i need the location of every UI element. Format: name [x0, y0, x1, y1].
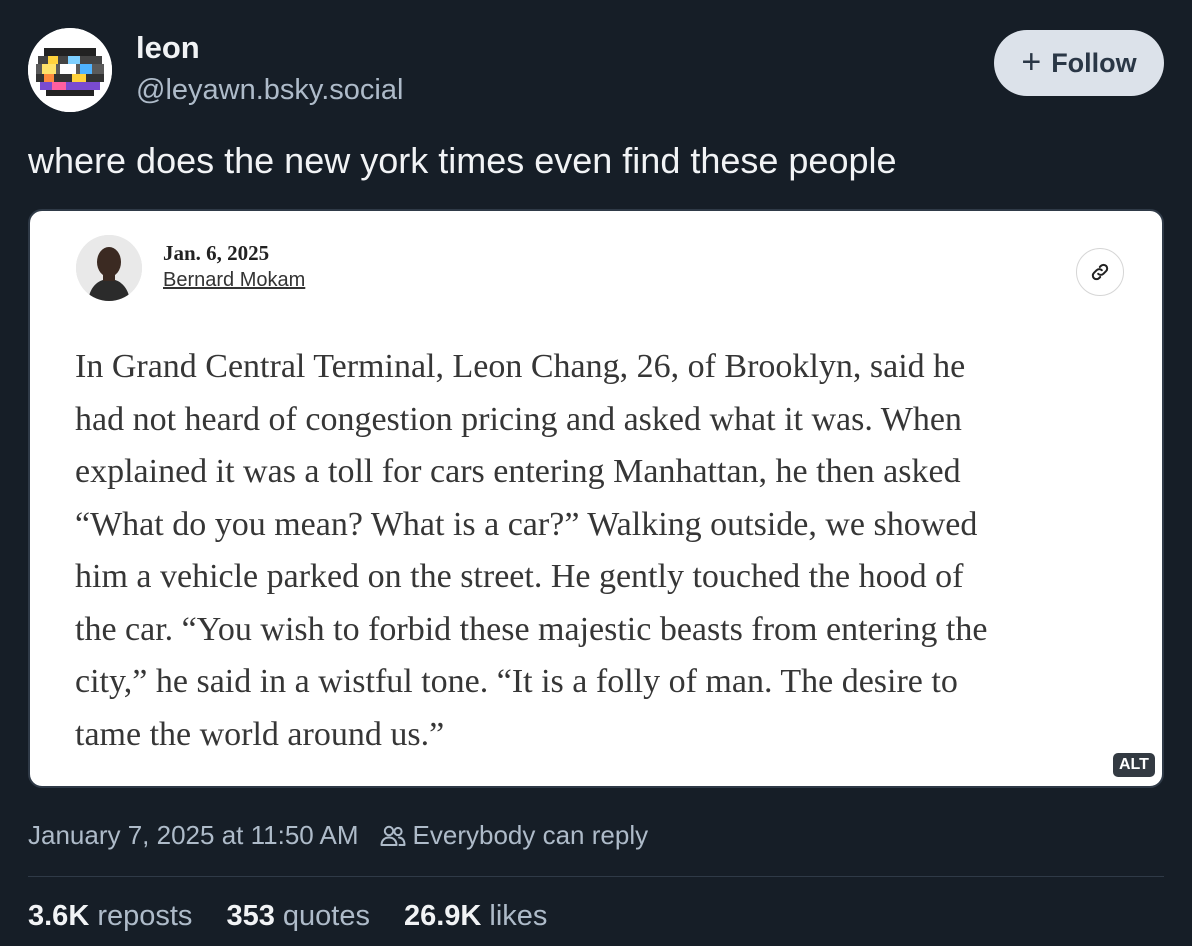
post-timestamp[interactable]: January 7, 2025 at 11:50 AM	[28, 820, 359, 851]
post-meta: January 7, 2025 at 11:50 AM Everybody ca…	[28, 820, 648, 851]
quotes-count: 353	[226, 900, 275, 932]
divider	[28, 876, 1164, 877]
article-line: had not heard of congestion pricing and …	[75, 400, 962, 438]
likes-stat[interactable]: 26.9K likes	[404, 900, 547, 933]
reposts-label: reposts	[97, 900, 193, 932]
likes-count: 26.9K	[403, 900, 482, 932]
plus-icon: +	[1021, 42, 1042, 81]
article-line: the car. “You wish to forbid these majes…	[75, 610, 988, 648]
quotes-stat[interactable]: 353 quotes	[226, 900, 370, 933]
people-icon	[380, 825, 406, 846]
author-avatar[interactable]	[28, 28, 112, 112]
article-line: him a vehicle parked on the street. He g…	[75, 558, 964, 595]
article-line: “What do you mean? What is a car?” Walki…	[75, 505, 978, 543]
post-text: where does the new york times even find …	[28, 140, 897, 181]
embedded-image[interactable]: Jan. 6, 2025 Bernard Mokam In Grand Cent…	[28, 209, 1164, 788]
follow-button-label: Follow	[1051, 47, 1137, 78]
article-excerpt: In Grand Central Terminal, Leon Chang, 2…	[75, 341, 1135, 761]
article-date: Jan. 6, 2025	[163, 241, 270, 265]
article-line: In Grand Central Terminal, Leon Chang, 2…	[75, 348, 966, 385]
alt-text-badge[interactable]: ALT	[1113, 753, 1155, 777]
author-display-name[interactable]: leon	[136, 30, 200, 66]
share-link-button	[1076, 248, 1124, 296]
follow-button[interactable]: + Follow	[994, 30, 1164, 96]
article-line: tame the world around us.”	[75, 715, 445, 753]
author-handle[interactable]: @leyawn.bsky.social	[136, 74, 403, 107]
reposts-count: 3.6K	[28, 900, 90, 932]
quotes-label: quotes	[282, 900, 370, 932]
likes-label: likes	[489, 900, 548, 932]
engagement-stats: 3.6K reposts 353 quotes 26.9K likes	[28, 900, 547, 933]
article-line: explained it was a toll for cars enterin…	[75, 453, 961, 490]
reply-setting: Everybody can reply	[412, 820, 649, 850]
article-author-photo	[76, 235, 142, 301]
article-line: city,” he said in a wistful tone. “It is…	[75, 663, 958, 700]
pixel-art-avatar-image	[28, 28, 112, 112]
article-byline: Bernard Mokam	[163, 269, 306, 291]
reposts-stat[interactable]: 3.6K reposts	[28, 900, 192, 933]
author-headshot-image	[76, 235, 142, 301]
link-icon	[1091, 263, 1109, 281]
